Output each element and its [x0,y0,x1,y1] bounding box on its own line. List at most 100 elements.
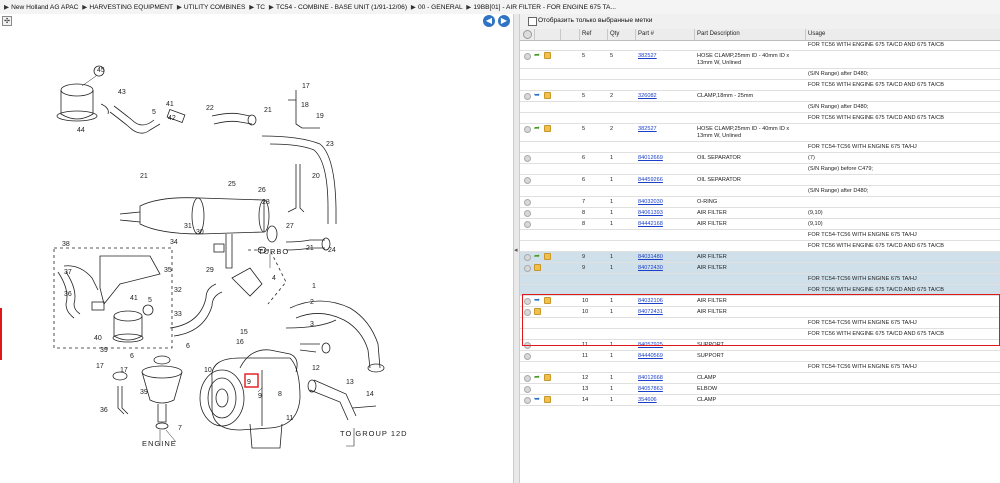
header-settings-icon[interactable] [523,30,532,39]
show-selected-checkbox[interactable] [528,17,537,26]
part-number-link[interactable]: 84012668 [638,375,663,381]
callout-number[interactable]: 19 [316,113,324,120]
callout-number[interactable]: 15 [240,329,248,336]
callout-number[interactable]: 13 [346,379,354,386]
part-number-link[interactable]: 84032030 [638,199,663,205]
callout-number[interactable]: 4 [272,275,276,282]
callout-number[interactable]: 21 [264,107,272,114]
breadcrumb-item[interactable]: TC54 - COMBINE - BASE UNIT (1/91-12/06) [276,4,407,11]
package-icon[interactable] [544,396,551,403]
part-row[interactable]: ➦ 5 2 382527 HOSE CLAMP,25mm ID - 40mm ID x … [520,124,1000,142]
part-row[interactable]: ➦ 9 1 84031480 AIR FILTER [520,252,1000,263]
part-number-link[interactable]: 354606 [638,397,657,403]
callout-number[interactable]: 17 [120,367,128,374]
usage-note-row[interactable]: (S/N Range) after D480; [520,102,1000,113]
add-to-cart-icon[interactable]: ➦ [534,125,540,133]
part-row[interactable]: ➦ 12 1 84012668 CLAMP [520,373,1000,384]
part-number-link[interactable]: 84442168 [638,221,663,227]
callout-number[interactable]: 11 [286,415,293,422]
add-to-cart-icon[interactable]: ➦ [534,253,540,261]
callout-number[interactable]: 39 [140,389,148,396]
part-row[interactable]: 8 1 84442168 AIR FILTER (9,10) [520,219,1000,230]
callout-number[interactable]: 14 [366,391,374,398]
usage-note-row[interactable]: (S/N Range) after D480; [520,69,1000,80]
part-row[interactable]: 8 1 84061393 AIR FILTER (9,10) [520,208,1000,219]
usage-note-row[interactable]: FOR TC54-TC56 WITH ENGINE 675 TA/HJ [520,230,1000,241]
row-select-icon[interactable] [524,53,531,60]
callout-number[interactable]: 35 [164,267,172,274]
replacement-icon[interactable]: ➥ [534,92,540,100]
callout-number[interactable]: 5 [152,109,156,116]
usage-note-row[interactable]: FOR TC54-TC56 WITH ENGINE 675 TA/HJ [520,142,1000,153]
row-select-icon[interactable] [524,126,531,133]
callout-number[interactable]: 3 [310,321,314,328]
usage-note-row[interactable]: (S/N Range) after D480; [520,186,1000,197]
callout-number[interactable]: 37 [64,269,72,276]
usage-note-row[interactable]: (S/N Range) before C479; [520,164,1000,175]
callout-number[interactable]: 17 [302,83,310,90]
callout-number[interactable]: 9 [258,393,262,400]
breadcrumb-item[interactable]: TC [256,4,265,11]
callout-number[interactable]: 25 [228,181,236,188]
package-icon[interactable] [544,374,551,381]
row-select-icon[interactable] [524,375,531,382]
part-row[interactable]: 9 1 84072430 AIR FILTER [520,263,1000,274]
callout-number[interactable]: 5 [148,297,152,304]
package-icon[interactable] [544,92,551,99]
part-number-link[interactable]: 84072430 [638,265,663,271]
part-number-link[interactable]: 84459266 [638,177,663,183]
package-icon[interactable] [544,125,551,132]
row-select-icon[interactable] [524,93,531,100]
part-number-link[interactable]: 84012669 [638,155,663,161]
callout-number[interactable]: 41 [130,295,138,302]
breadcrumb-item[interactable]: HARVESTING EQUIPMENT [89,4,173,11]
callout-number[interactable]: 36 [100,407,108,414]
add-to-cart-icon[interactable]: ➦ [534,52,540,60]
callout-number[interactable]: 45 [97,67,105,74]
row-select-icon[interactable] [524,353,531,360]
callout-number[interactable]: 23 [326,141,334,148]
exploded-parts-diagram[interactable]: 4543444142522 211718192321 202526283130272… [0,28,513,483]
row-select-icon[interactable] [524,177,531,184]
part-number-link[interactable]: 84061393 [638,210,663,216]
callout-number[interactable]: 42 [168,115,176,122]
usage-note-row[interactable]: FOR TC56 WITH ENGINE 675 TA/CD AND 675 T… [520,113,1000,124]
callout-number[interactable]: 27 [286,223,294,230]
add-to-cart-icon[interactable]: ➦ [534,374,540,382]
row-select-icon[interactable] [524,210,531,217]
col-ref[interactable]: Ref [582,31,591,37]
callout-number[interactable]: 10 [204,367,212,374]
part-row[interactable]: 13 1 84057863 ELBOW [520,384,1000,395]
callout-number[interactable]: 6 [130,353,134,360]
package-icon[interactable] [534,264,541,271]
row-select-icon[interactable] [524,397,531,404]
part-row[interactable]: 7 1 84032030 O-RING [520,197,1000,208]
package-icon[interactable] [544,52,551,59]
package-icon[interactable] [544,253,551,260]
callout-number[interactable]: 26 [258,187,266,194]
callout-number[interactable]: 32 [174,287,182,294]
callout-number[interactable]: 38 [62,241,70,248]
col-qty[interactable]: Qty [610,31,619,37]
callout-number[interactable]: 20 [312,173,320,180]
callout-number[interactable]: 1 [312,283,316,290]
fit-to-window-icon[interactable]: ✣ [2,16,12,26]
usage-note-row[interactable]: FOR TC54-TC56 WITH ENGINE 675 TA/HJ [520,274,1000,285]
row-select-icon[interactable] [524,199,531,206]
callout-number[interactable]: 17 [96,363,104,370]
callout-9[interactable]: 9 [247,379,251,386]
panel-splitter[interactable]: ◂ [513,14,520,483]
callout-number[interactable]: 40 [94,335,102,342]
part-number-link[interactable]: 84031480 [638,254,663,260]
part-number-link[interactable]: 84057863 [638,386,663,392]
callout-number[interactable]: 44 [77,127,85,134]
row-select-icon[interactable] [524,155,531,162]
breadcrumb-item[interactable]: 00 - GENERAL [418,4,462,11]
callout-number[interactable]: 7 [178,425,182,432]
callout-number[interactable]: 21 [306,245,314,252]
usage-note-row[interactable]: FOR TC56 WITH ENGINE 675 TA/CD AND 675 T… [520,40,1000,51]
callout-number[interactable]: 33 [174,311,182,318]
callout-number[interactable]: 34 [170,239,178,246]
usage-note-row[interactable]: FOR TC56 WITH ENGINE 675 TA/CD AND 675 T… [520,80,1000,91]
callout-number[interactable]: 41 [166,101,174,108]
